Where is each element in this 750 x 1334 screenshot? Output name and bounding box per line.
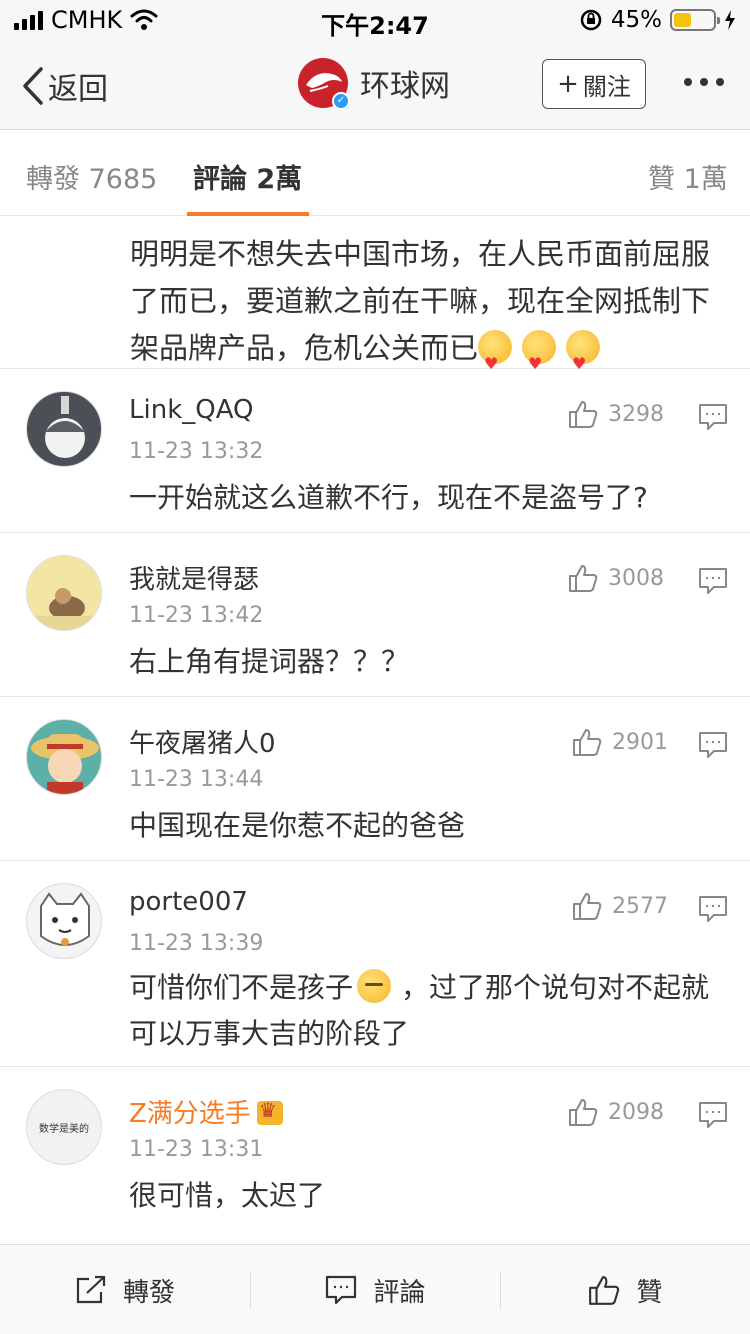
- avatar[interactable]: 数学是美的: [26, 1089, 102, 1165]
- comment-text: 可惜你们不是孩子 ，过了那个说句对不起就可以万事大吉的阶段了: [129, 965, 720, 1057]
- avatar[interactable]: [26, 719, 102, 795]
- comment-text: 很可惜，太迟了: [129, 1179, 326, 1212]
- commenter-name[interactable]: 午夜屠猪人0: [129, 723, 276, 760]
- comment-body: 可惜你们不是孩子: [129, 971, 354, 1004]
- comment-item: porte007 11-23 13:39 2577 可惜你们不是孩子 ，过了那个说…: [0, 861, 750, 1067]
- share-icon: [76, 1275, 106, 1304]
- like-count: 2577: [612, 893, 668, 919]
- tab-comment[interactable]: 評論 2萬: [193, 157, 302, 196]
- thumbs-up-icon: [573, 893, 602, 920]
- thumbs-up-icon: [589, 1276, 620, 1305]
- like-label: 贊: [636, 1277, 663, 1308]
- chevron-left-icon: [23, 67, 43, 105]
- avatar[interactable]: [26, 883, 102, 959]
- follow-button[interactable]: + 關注: [542, 59, 646, 109]
- battery-percent: 45%: [610, 7, 662, 33]
- comment-time: 11-23 13:32: [129, 439, 264, 464]
- thumbs-up-icon: [569, 401, 598, 428]
- comment-text: 中国现在是你惹不起的爸爸: [129, 809, 466, 842]
- like-count: 2098: [608, 1099, 664, 1125]
- commenter-name[interactable]: 我就是得瑟: [129, 559, 259, 596]
- comment-time: 11-23 13:42: [129, 603, 264, 628]
- avatar[interactable]: [26, 555, 102, 631]
- reply-icon[interactable]: [698, 1101, 728, 1133]
- account-name: 环球网: [360, 69, 450, 104]
- comment-time: 11-23 13:44: [129, 767, 264, 792]
- comment-text: 一开始就这么道歉不行，现在不是盗号了?: [129, 481, 648, 514]
- comment-text: 右上角有提词器？？？: [129, 645, 410, 678]
- like-count: 3298: [608, 401, 664, 427]
- like-count: 3008: [608, 565, 664, 591]
- active-tab-indicator: [187, 212, 309, 216]
- charging-icon: [725, 10, 735, 30]
- reply-icon[interactable]: [698, 403, 728, 435]
- bottom-action-bar: 轉發 評論 贊: [0, 1244, 750, 1334]
- tab-repost[interactable]: 轉發 7685: [26, 157, 157, 196]
- like-button[interactable]: 3298: [568, 399, 664, 429]
- emoji-icon: [566, 330, 601, 387]
- back-label: 返回: [48, 72, 108, 107]
- thumbs-up-icon: [569, 565, 598, 592]
- commenter-name[interactable]: porte007: [129, 887, 248, 917]
- avatar-text: 数学是美的: [39, 1123, 89, 1135]
- plus-icon: +: [557, 69, 579, 99]
- commenter-name-text: Z满分选手: [129, 1099, 251, 1129]
- thumbs-up-icon: [569, 1099, 598, 1126]
- account-avatar: ✓: [298, 58, 350, 110]
- follow-label: 關注: [582, 72, 631, 101]
- tab-bar: 轉發 7685 評論 2萬 贊 1萬: [0, 131, 750, 216]
- comment-icon: [326, 1275, 357, 1305]
- rotation-lock-icon: [580, 9, 602, 31]
- commenter-name[interactable]: Z满分选手: [129, 1093, 283, 1130]
- comment-time: 11-23 13:31: [129, 1137, 264, 1162]
- reply-icon[interactable]: [698, 895, 728, 927]
- back-button[interactable]: 返回: [22, 64, 108, 108]
- emoji-icon: [478, 330, 513, 387]
- comment-item: 午夜屠猪人0 11-23 13:44 2901 中国现在是你惹不起的爸爸: [0, 697, 750, 861]
- like-button[interactable]: 2901: [572, 727, 668, 757]
- comment-text: 明明是不想失去中国市场，在人民币面前屈服了而已，要道歉之前在干嘛，现在全网抵制下…: [0, 217, 750, 387]
- verified-badge-icon: ✓: [332, 92, 350, 110]
- like-button[interactable]: 2577: [572, 891, 668, 921]
- repost-button[interactable]: 轉發: [0, 1245, 250, 1334]
- comment-item: Link_QAQ 11-23 13:32 3298 一开始就这么道歉不行，现在不…: [0, 369, 750, 533]
- nav-bar: 返回 ✓ 环球网 + 關注: [0, 40, 750, 130]
- tab-like[interactable]: 贊 1萬: [648, 157, 728, 196]
- comment-list[interactable]: 明明是不想失去中国市场，在人民币面前屈服了而已，要道歉之前在干嘛，现在全网抵制下…: [0, 217, 750, 1231]
- reply-icon[interactable]: [698, 567, 728, 599]
- comment-time: 11-23 13:39: [129, 931, 264, 956]
- emoji-icon: [522, 330, 557, 387]
- comment-body: 明明是不想失去中国市场，在人民币面前屈服了而已，要道歉之前在干嘛，现在全网抵制下…: [130, 237, 711, 365]
- reply-icon[interactable]: [698, 731, 728, 763]
- battery-icon: [670, 9, 720, 31]
- account-header[interactable]: ✓ 环球网: [298, 58, 450, 110]
- more-options-icon[interactable]: [684, 78, 724, 86]
- comment-button[interactable]: 評論: [251, 1245, 500, 1334]
- comment-label: 評論: [373, 1277, 426, 1308]
- like-button[interactable]: 2098: [568, 1097, 664, 1127]
- avatar[interactable]: [26, 391, 102, 467]
- comment-item: 数学是美的 Z满分选手 11-23 13:31 2098 很可惜，太迟了: [0, 1067, 750, 1231]
- thumbs-up-icon: [573, 729, 602, 756]
- like-count: 2901: [612, 729, 668, 755]
- repost-label: 轉發: [122, 1277, 175, 1308]
- status-bar: CMHK 下午2:47 45%: [0, 0, 750, 40]
- comment-item: 我就是得瑟 11-23 13:42 3008 右上角有提词器？？？: [0, 533, 750, 697]
- like-button[interactable]: 3008: [568, 563, 664, 593]
- commenter-name[interactable]: Link_QAQ: [129, 395, 254, 425]
- crown-icon: [256, 1098, 283, 1125]
- emoji-icon: [357, 969, 392, 1003]
- like-button[interactable]: 贊: [501, 1245, 750, 1334]
